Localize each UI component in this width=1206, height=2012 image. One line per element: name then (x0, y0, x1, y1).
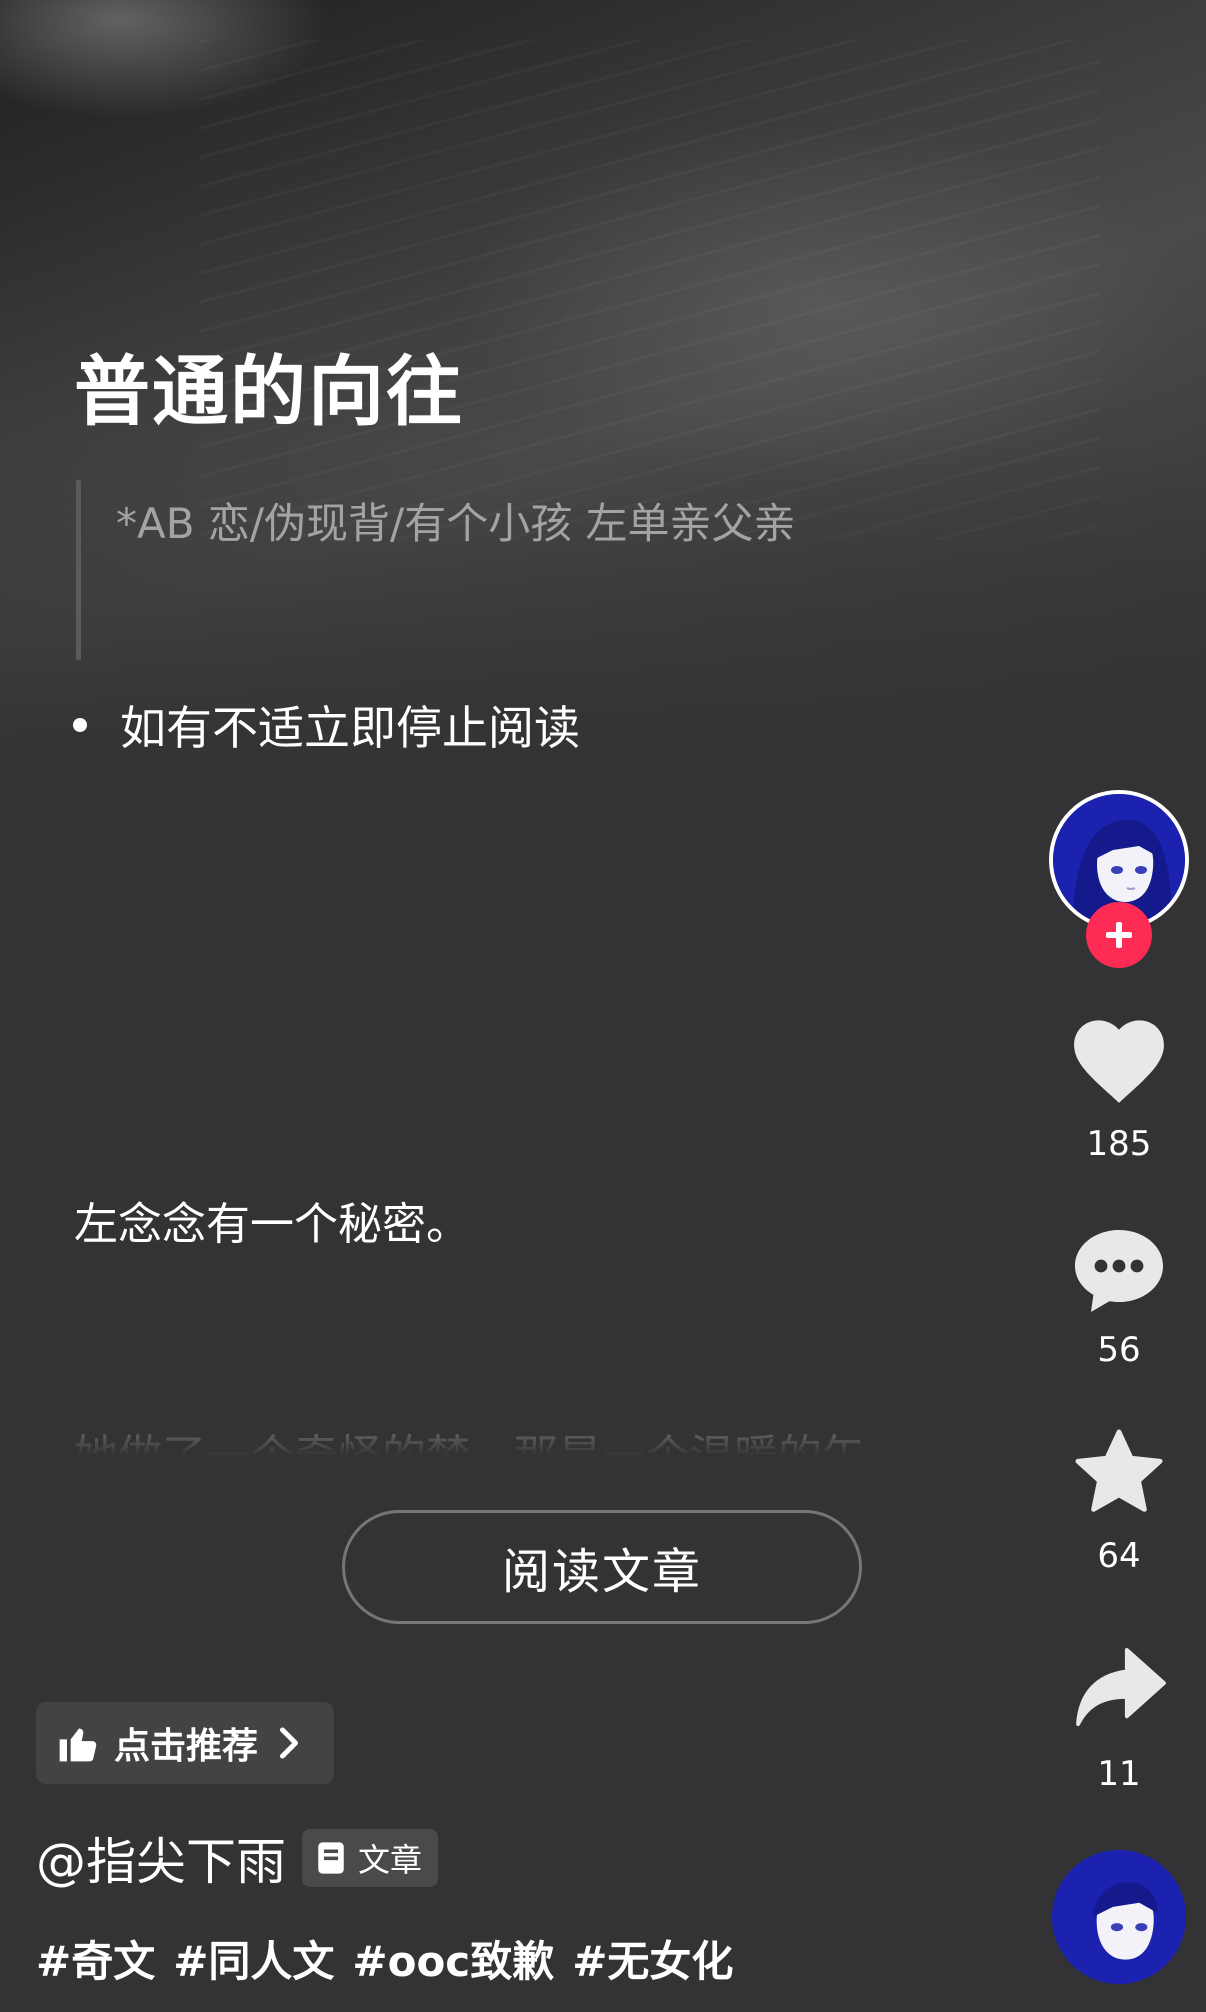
bullet-dot (73, 718, 87, 732)
read-article-button[interactable]: 阅读文章 (342, 1510, 862, 1624)
chevron-right-icon (280, 1727, 299, 1759)
comment-icon[interactable] (1071, 1222, 1167, 1318)
favorite-count: 64 (1097, 1536, 1141, 1576)
heart-icon[interactable] (1070, 1014, 1168, 1106)
post-quote: *AB 恋/伪现背/有个小孩 左单亲父亲 (116, 499, 796, 548)
hashtag[interactable]: #同人文 (173, 1937, 334, 1986)
hashtag[interactable]: #ooc致歉 (352, 1937, 554, 1986)
star-icon[interactable] (1071, 1426, 1167, 1520)
like-count: 185 (1086, 1124, 1152, 1164)
hashtag-list: #奇文 #同人文 #ooc致歉 #无女化 (36, 1928, 751, 1989)
recommend-label: 点击推荐 (114, 1726, 259, 1767)
post-title: 普通的向往 (74, 347, 464, 436)
follow-button[interactable] (1086, 902, 1152, 968)
share-icon[interactable] (1074, 1646, 1168, 1728)
quote-bar (76, 480, 81, 660)
recommend-button[interactable]: 点击推荐 (36, 1702, 334, 1784)
background-fabric-texture (200, 40, 1100, 540)
music-disc[interactable] (1052, 1850, 1186, 1984)
post-paragraph-faded: 她做了一个奇怪的梦，那是一个温暖的午 (74, 1431, 866, 1468)
comment-count: 56 (1097, 1330, 1141, 1370)
article-type-badge: 文章 (302, 1829, 439, 1887)
author-row: @指尖下雨 文章 (36, 1826, 439, 1891)
post-paragraph: 左念念有一个秘密。 (74, 1199, 470, 1250)
post-bullet: 如有不适立即停止阅读 (120, 701, 580, 755)
thumbs-up-icon (59, 1728, 97, 1762)
author-handle[interactable]: @指尖下雨 (36, 1822, 286, 1894)
share-count: 11 (1097, 1754, 1141, 1794)
hashtag[interactable]: #奇文 (36, 1937, 155, 1986)
music-disc-illustration (1052, 1850, 1186, 1984)
plus-icon (1106, 922, 1132, 948)
document-icon (318, 1842, 344, 1874)
hashtag[interactable]: #无女化 (572, 1937, 733, 1986)
article-type-label: 文章 (358, 1841, 423, 1879)
